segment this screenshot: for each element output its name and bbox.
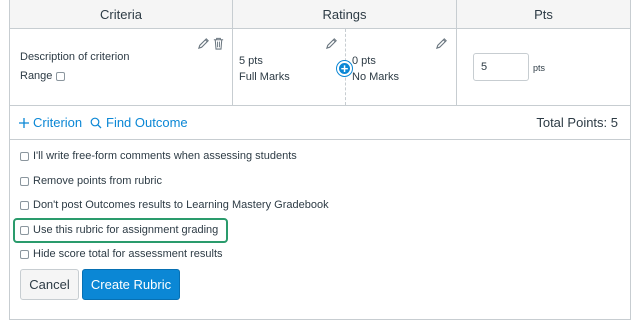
range-checkbox[interactable] (56, 71, 66, 81)
checkbox[interactable] (20, 249, 29, 259)
ratings-cell: 5 pts Full Marks + 0 pts No Marks (232, 29, 457, 105)
checkbox[interactable] (20, 176, 29, 186)
remove-points-option[interactable]: Remove points from rubric (20, 175, 162, 187)
points-cell: pts (457, 29, 630, 105)
checkbox[interactable] (20, 151, 29, 161)
option-label: Hide score total for assessment results (33, 248, 223, 260)
find-outcome-button[interactable]: Find Outcome (90, 115, 188, 130)
checkbox[interactable] (20, 225, 29, 235)
cancel-button[interactable]: Cancel (20, 269, 79, 300)
create-rubric-button[interactable]: Create Rubric (82, 269, 180, 300)
add-criterion-label: Criterion (33, 115, 83, 130)
add-criterion-button[interactable]: Criterion (18, 115, 82, 130)
plus-icon (19, 117, 29, 128)
criterion-cell: Description of criterion Range (10, 29, 232, 105)
use-for-grading-option[interactable]: Use this rubric for assignment grading (20, 224, 218, 236)
criteria-header: Criteria (100, 7, 142, 22)
range-option[interactable]: Range (20, 70, 66, 82)
option-label: Don't post Outcomes results to Learning … (33, 199, 329, 211)
table-row: Description of criterion Range 5 pts Ful… (10, 29, 630, 106)
pencil-icon[interactable] (435, 37, 448, 50)
pencil-icon[interactable] (325, 37, 338, 50)
search-icon (90, 117, 102, 128)
hide-score-total-option[interactable]: Hide score total for assessment results (20, 248, 223, 260)
rating-points: 0 pts (352, 55, 376, 67)
rating-description: Full Marks (239, 71, 290, 83)
points-unit: pts (533, 63, 546, 73)
table-header: Criteria Ratings Pts (10, 0, 630, 29)
rubric-actions: Criterion Find Outcome Total Points: 5 (10, 106, 630, 140)
rubric-editor: Criteria Ratings Pts Description of crit… (9, 0, 631, 320)
trash-icon[interactable] (212, 37, 225, 50)
rating-description: No Marks (352, 71, 400, 83)
dont-post-outcomes-option[interactable]: Don't post Outcomes results to Learning … (20, 199, 329, 211)
free-form-comments-option[interactable]: I'll write free-form comments when asses… (20, 150, 297, 162)
checkbox[interactable] (20, 200, 29, 210)
total-points: Total Points: 5 (536, 115, 618, 130)
option-label: Use this rubric for assignment grading (33, 224, 219, 236)
points-input[interactable] (473, 53, 529, 81)
range-label: Range (20, 70, 53, 82)
add-rating-icon[interactable]: + (337, 61, 352, 76)
rating-full-marks: 5 pts Full Marks (233, 29, 345, 105)
pencil-icon[interactable] (197, 37, 210, 50)
pts-header: Pts (534, 7, 553, 22)
rating-no-marks: 0 pts No Marks (345, 29, 458, 105)
option-label: I'll write free-form comments when asses… (33, 150, 297, 162)
ratings-header: Ratings (232, 0, 457, 29)
rating-points: 5 pts (239, 55, 263, 67)
criterion-description: Description of criterion (20, 51, 130, 63)
find-outcome-label: Find Outcome (106, 115, 188, 130)
option-label: Remove points from rubric (33, 175, 162, 187)
